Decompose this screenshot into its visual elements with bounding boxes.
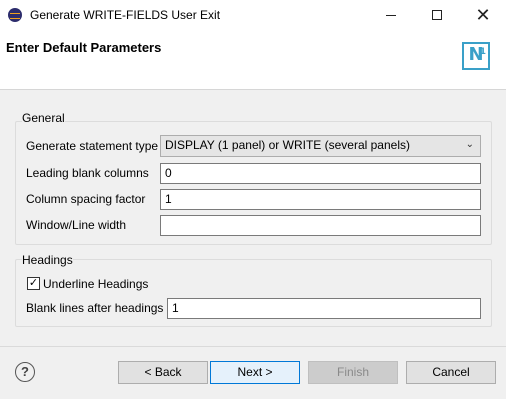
help-icon[interactable]: ? <box>15 362 35 382</box>
statement-type-value: DISPLAY (1 panel) or WRITE (several pane… <box>165 138 410 152</box>
leading-blank-value: 0 <box>165 166 172 180</box>
headings-group-label: Headings <box>22 253 73 267</box>
underline-headings-checkbox[interactable]: ✓ <box>27 277 40 290</box>
minimize-button[interactable] <box>368 0 414 30</box>
window-width-label: Window/Line width <box>26 218 127 232</box>
column-spacing-value: 1 <box>165 192 172 206</box>
general-group-label: General <box>22 111 65 125</box>
dialog-window: Generate WRITE-FIELDS User Exit ✕ Enter … <box>0 0 506 399</box>
eclipse-app-icon <box>8 8 22 22</box>
underline-headings-label[interactable]: Underline Headings <box>43 277 148 291</box>
column-spacing-input[interactable]: 1 <box>160 189 481 210</box>
page-title: Enter Default Parameters <box>6 40 162 55</box>
wizard-header: Enter Default Parameters N1 <box>0 30 506 90</box>
chevron-down-icon: ⌄ <box>465 139 474 150</box>
back-button[interactable]: < Back <box>118 361 208 384</box>
maximize-button[interactable] <box>414 0 460 30</box>
leading-blank-input[interactable]: 0 <box>160 163 481 184</box>
cancel-button[interactable]: Cancel <box>406 361 496 384</box>
blank-lines-input[interactable]: 1 <box>167 298 481 319</box>
window-width-input[interactable] <box>160 215 481 236</box>
leading-blank-label: Leading blank columns <box>26 166 149 180</box>
natural-one-logo: N1 <box>462 42 490 70</box>
maximize-icon <box>432 10 442 20</box>
blank-lines-label: Blank lines after headings <box>26 301 164 315</box>
blank-lines-value: 1 <box>172 301 179 315</box>
help-symbol: ? <box>21 364 29 379</box>
minimize-icon <box>386 14 396 16</box>
close-button[interactable]: ✕ <box>460 0 506 30</box>
title-bar: Generate WRITE-FIELDS User Exit ✕ <box>0 0 506 30</box>
finish-button[interactable]: Finish <box>308 361 398 384</box>
window-title: Generate WRITE-FIELDS User Exit <box>30 8 221 22</box>
statement-type-select[interactable]: DISPLAY (1 panel) or WRITE (several pane… <box>160 135 481 157</box>
column-spacing-label: Column spacing factor <box>26 192 146 206</box>
checkmark-icon: ✓ <box>28 277 39 289</box>
next-button[interactable]: Next > <box>210 361 300 384</box>
close-icon: ✕ <box>475 4 491 25</box>
statement-type-label: Generate statement type <box>26 139 159 153</box>
logo-superscript: 1 <box>479 47 486 57</box>
